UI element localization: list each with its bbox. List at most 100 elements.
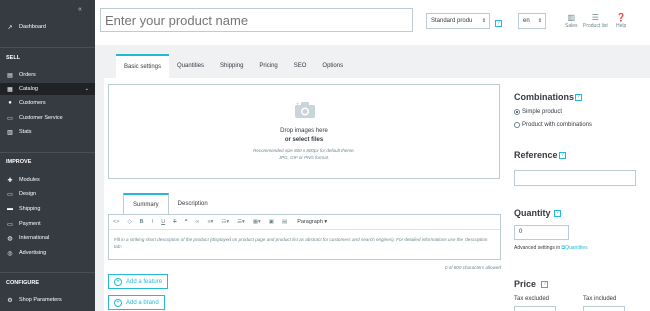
product-name-input[interactable] xyxy=(100,8,413,32)
quote-icon[interactable]: ❝ xyxy=(185,219,188,225)
summary-editor[interactable]: <> ◇ B I U T ❝ ∞ ≡▾ ☷▾ ☰▾ ▦▾ ▣ ▤ Paragra… xyxy=(108,214,501,260)
sidebar-item-label: Modules xyxy=(19,177,40,183)
sidebar-item-catalog[interactable]: ▦ Catalog ⌄ xyxy=(0,83,95,95)
stats-icon: ▥ xyxy=(567,13,576,22)
sales-button[interactable]: ▥ Sales xyxy=(565,13,578,29)
sidebar-item-label: Catalog xyxy=(19,86,38,92)
tab-description[interactable]: Description xyxy=(169,193,217,215)
sidebar-item-label: Advertising xyxy=(19,250,47,256)
tab-seo[interactable]: SEO xyxy=(286,54,315,78)
help-icon[interactable]: ? xyxy=(559,152,566,159)
sidebar-item-label: Stats xyxy=(19,129,32,135)
table-icon[interactable]: ▦▾ xyxy=(253,219,261,225)
sidebar-item-design[interactable]: ▭ Design xyxy=(0,188,95,200)
user-icon: ● xyxy=(8,100,12,106)
sidebar-item-label: Customers xyxy=(19,100,46,106)
add-feature-button[interactable]: + Add a feature xyxy=(108,274,169,289)
quantities-link[interactable]: Quantities xyxy=(565,245,588,251)
bold-icon[interactable]: B xyxy=(140,219,144,225)
image-icon[interactable]: ▣ xyxy=(269,219,274,225)
monitor-icon: ▭ xyxy=(7,191,13,198)
plus-circle-icon: + xyxy=(114,298,122,307)
paragraph-label: Paragraph xyxy=(297,219,323,225)
sidebar-item-advertising[interactable]: ◎ Advertising xyxy=(0,247,95,259)
sidebar-item-shipping[interactable]: ▬ Shipping xyxy=(0,203,95,215)
trending-up-icon: ↗ xyxy=(7,24,13,31)
reference-input[interactable] xyxy=(514,170,636,186)
divider xyxy=(0,272,95,273)
source-code-icon[interactable]: <> xyxy=(113,219,119,225)
reference-title: Reference xyxy=(514,150,558,160)
language-select[interactable]: en ⇕ xyxy=(518,13,546,29)
paragraph-select[interactable]: Paragraph ▾ xyxy=(297,219,327,225)
help-icon[interactable]: ? xyxy=(554,210,561,217)
product-list-button[interactable]: ☰ Product list xyxy=(583,13,608,29)
sidebar-item-dashboard[interactable]: ↗ Dashboard xyxy=(0,21,95,33)
tab-options[interactable]: Options xyxy=(314,54,351,78)
tax-included-label: Tax included xyxy=(583,296,617,302)
tab-basic-settings[interactable]: Basic settings xyxy=(116,54,170,78)
divider xyxy=(0,152,95,153)
help-icon[interactable]: ? xyxy=(541,281,548,288)
gear-icon: ⚙ xyxy=(7,297,13,304)
sidebar-item-stats[interactable]: ▥ Stats xyxy=(0,126,95,138)
section-improve: IMPROVE xyxy=(6,159,32,165)
stats-icon: ▥ xyxy=(7,129,13,136)
globe-icon: ◍ xyxy=(7,235,13,242)
tab-shipping[interactable]: Shipping xyxy=(212,54,251,78)
quantity-title: Quantity xyxy=(514,208,551,218)
price-title: Price xyxy=(514,279,537,289)
combinations-radio[interactable]: Product with combinations xyxy=(514,122,592,128)
simple-product-radio[interactable]: Simple product xyxy=(514,109,562,115)
sales-label: Sales xyxy=(565,23,578,29)
align-icon[interactable]: ≡▾ xyxy=(207,219,213,225)
help-icon[interactable]: ? xyxy=(495,20,502,27)
image-dropzone[interactable]: + Drop images here or select files Recom… xyxy=(108,84,500,179)
underline-icon[interactable]: U xyxy=(161,219,165,225)
tab-pricing[interactable]: Pricing xyxy=(251,54,285,78)
product-type-select[interactable]: Standard produ ⇕ xyxy=(426,13,490,29)
help-icon[interactable]: ? xyxy=(575,94,582,101)
chevron-updown-icon: ⇕ xyxy=(481,18,486,24)
add-brand-button[interactable]: + Add a brand xyxy=(108,295,165,310)
list-icon: ☰ xyxy=(591,13,599,22)
radio-unchecked-icon xyxy=(514,122,520,128)
sidebar-item-customer-service[interactable]: ▭ Customer Service xyxy=(0,112,95,124)
tab-quantities[interactable]: Quantities xyxy=(169,54,212,78)
sidebar-item-modules[interactable]: ✚ Modules xyxy=(0,174,95,186)
description-tabs: Summary Description xyxy=(123,193,217,215)
bullet-list-icon[interactable]: ☷▾ xyxy=(221,219,229,225)
collapse-sidebar-icon[interactable]: « xyxy=(78,6,82,13)
strikethrough-icon[interactable]: T xyxy=(173,219,176,225)
sidebar-item-international[interactable]: ◍ International xyxy=(0,232,95,244)
price-tax-included-input[interactable] xyxy=(583,306,625,311)
media-icon[interactable]: ▤ xyxy=(282,219,287,225)
tab-summary[interactable]: Summary xyxy=(123,193,169,215)
dropzone-title: Drop images here xyxy=(280,128,328,134)
store-icon: ▦ xyxy=(7,86,13,93)
select-files-link[interactable]: or select files xyxy=(109,137,499,143)
italic-icon[interactable]: I xyxy=(152,219,154,225)
radio-checked-icon xyxy=(514,109,520,115)
price-tax-excluded-input[interactable] xyxy=(514,306,556,311)
sidebar-item-payment[interactable]: ▭ Payment xyxy=(0,218,95,230)
advanced-settings-label: Advanced settings in xyxy=(514,245,561,251)
product-type-value: Standard produ xyxy=(431,18,473,24)
sidebar-item-label: Shipping xyxy=(19,206,41,212)
sidebar-item-label: Payment xyxy=(19,221,41,227)
sidebar-item-orders[interactable]: ▤ Orders xyxy=(0,69,95,81)
chevron-down-icon: ⌄ xyxy=(84,86,89,92)
svg-text:+: + xyxy=(295,101,300,108)
add-feature-label: Add a feature xyxy=(126,278,163,285)
inbox-icon: ▤ xyxy=(7,72,13,79)
sidebar-item-label: International xyxy=(19,235,50,241)
quantity-input[interactable]: 0 xyxy=(514,225,569,240)
link-icon[interactable]: ∞ xyxy=(196,219,200,225)
sidebar-item-shop-parameters[interactable]: ⚙ Shop Parameters xyxy=(0,294,95,306)
sidebar-item-customers[interactable]: ● Customers xyxy=(0,97,95,109)
section-sell: SELL xyxy=(6,55,21,61)
eraser-icon[interactable]: ◇ xyxy=(127,219,131,225)
help-button[interactable]: ❓ Help xyxy=(616,13,626,29)
divider xyxy=(0,47,95,48)
numbered-list-icon[interactable]: ☰▾ xyxy=(237,219,245,225)
